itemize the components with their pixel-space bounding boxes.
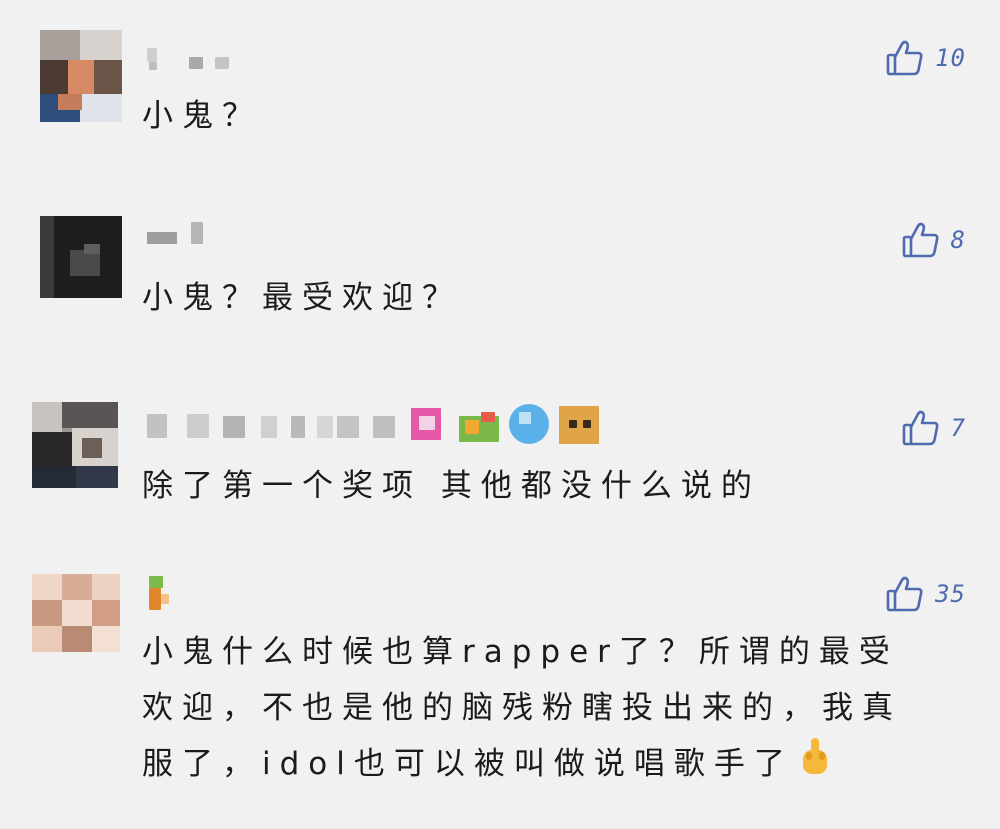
comment-text: 小鬼什么时候也算rapper了？所谓的最受欢迎，不也是他的脑残粉瞎投出来的，我真… [142,624,914,794]
comment-text: 小鬼？ [142,98,262,134]
like-button[interactable]: 7 [901,408,966,448]
comment-text: 除了第一个奖项 其他都没什么说的 [142,468,761,504]
thumbs-up-icon [885,574,925,614]
like-button[interactable]: 8 [901,220,966,260]
comment-text: 小鬼？最受欢迎？ [142,280,462,316]
avatar[interactable] [32,402,118,488]
thumbs-up-icon [885,38,925,78]
like-count: 35 [935,580,966,608]
thumbs-up-icon [901,220,941,260]
like-count: 7 [950,414,966,442]
comment-text-body: 小鬼什么时候也算rapper了？所谓的最受欢迎，不也是他的脑残粉瞎投出来的，我真… [142,634,902,782]
like-button[interactable]: 35 [885,574,966,614]
like-count: 10 [935,44,966,72]
avatar[interactable] [32,574,120,652]
avatar[interactable] [40,216,122,298]
like-button[interactable]: 10 [885,38,966,78]
middle-finger-emoji-icon [798,737,832,794]
avatar[interactable] [40,30,122,122]
like-count: 8 [950,226,966,254]
username-blurred[interactable] [145,48,245,74]
username-blurred[interactable] [145,222,225,248]
username-blurred[interactable] [145,404,605,446]
thumbs-up-icon [901,408,941,448]
username-blurred[interactable] [145,576,185,616]
